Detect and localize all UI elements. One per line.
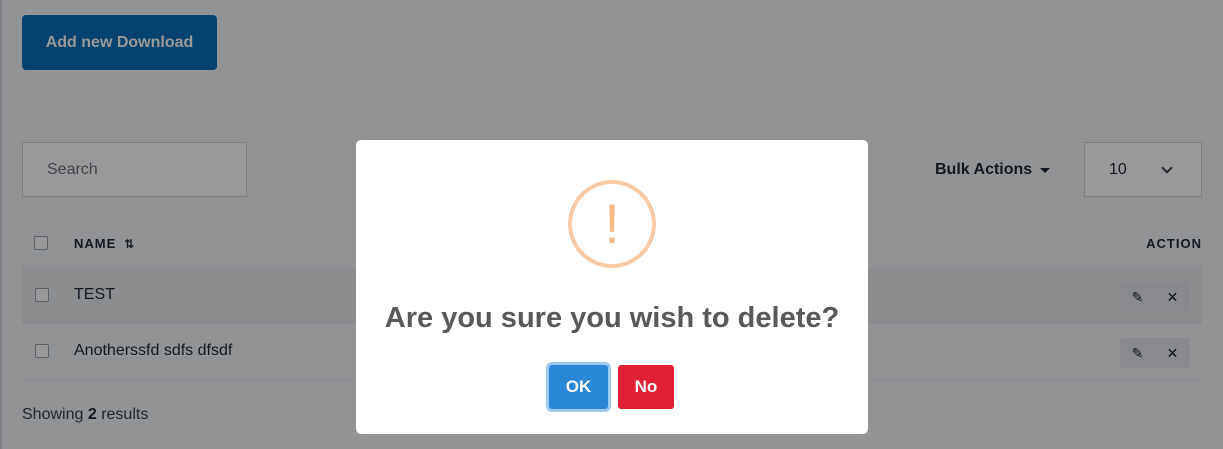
warning-glyph: ! [604,192,620,255]
dialog-message: Are you sure you wish to delete? [384,302,840,334]
warning-icon: ! [568,180,656,268]
no-button[interactable]: No [618,365,674,409]
delete-confirm-dialog: ! Are you sure you wish to delete? OK No [356,140,868,434]
ok-button[interactable]: OK [549,365,608,409]
